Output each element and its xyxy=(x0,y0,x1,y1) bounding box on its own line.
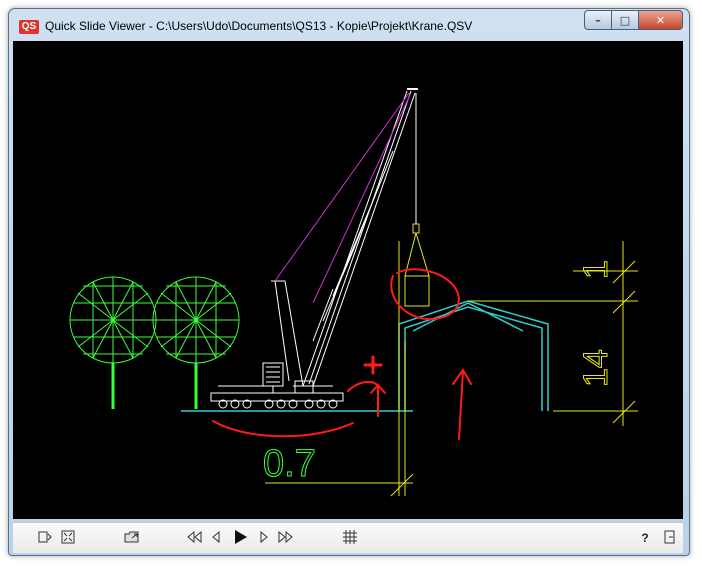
cad-drawing: 0.7 14 1 xyxy=(69,88,638,497)
crane-rope-front xyxy=(312,94,411,304)
annotation-marks xyxy=(212,268,472,440)
exit-icon xyxy=(662,529,676,548)
crosshair-point xyxy=(370,362,376,368)
toolbar: ? xyxy=(13,522,683,553)
next-slide-button[interactable] xyxy=(257,528,271,548)
panel-toggle-button[interactable] xyxy=(37,528,53,548)
next-slide-icon xyxy=(257,529,271,548)
crane xyxy=(210,88,418,409)
dimension-label-horizontal: 0.7 xyxy=(263,443,316,485)
panel-toggle-icon xyxy=(37,529,53,548)
previous-slide-icon xyxy=(209,529,223,548)
fit-view-icon xyxy=(60,529,76,548)
previous-slide-button[interactable] xyxy=(209,528,223,548)
close-icon: ✕ xyxy=(655,13,666,27)
tree-right xyxy=(152,276,240,409)
first-slide-icon xyxy=(185,529,203,548)
play-button[interactable] xyxy=(231,528,249,548)
app-window: QS Quick Slide Viewer - C:\Users\Udo\Doc… xyxy=(8,8,690,556)
dimension-label-top: 1 xyxy=(577,260,615,279)
tree-left xyxy=(69,276,157,409)
help-icon: ? xyxy=(641,531,649,545)
close-button[interactable]: ✕ xyxy=(638,10,683,30)
first-slide-button[interactable] xyxy=(185,528,203,548)
title-bar[interactable]: QS Quick Slide Viewer - C:\Users\Udo\Doc… xyxy=(9,9,689,41)
open-folder-icon xyxy=(123,529,141,548)
window-title: Quick Slide Viewer - C:\Users\Udo\Docume… xyxy=(45,19,473,33)
open-folder-button[interactable] xyxy=(123,528,141,548)
maximize-icon: □ xyxy=(619,13,631,27)
last-slide-button[interactable] xyxy=(277,528,295,548)
minimize-icon: – xyxy=(595,13,601,27)
minimize-button[interactable]: – xyxy=(584,10,611,30)
exit-button[interactable] xyxy=(661,528,677,548)
grid-icon xyxy=(342,529,358,548)
maximize-button[interactable]: □ xyxy=(611,10,638,30)
grid-button[interactable] xyxy=(341,528,359,548)
play-icon xyxy=(231,529,249,548)
crane-hook-load xyxy=(404,223,430,307)
slide-canvas[interactable]: 0.7 14 1 xyxy=(13,41,683,519)
window-controls: – □ ✕ xyxy=(584,10,683,30)
help-button[interactable]: ? xyxy=(639,528,651,548)
dimension-label-height: 14 xyxy=(577,349,615,387)
app-logo-icon[interactable]: QS xyxy=(19,20,39,34)
last-slide-icon xyxy=(277,529,295,548)
fit-view-button[interactable] xyxy=(59,528,77,548)
crane-rope-diagonal xyxy=(274,92,410,282)
